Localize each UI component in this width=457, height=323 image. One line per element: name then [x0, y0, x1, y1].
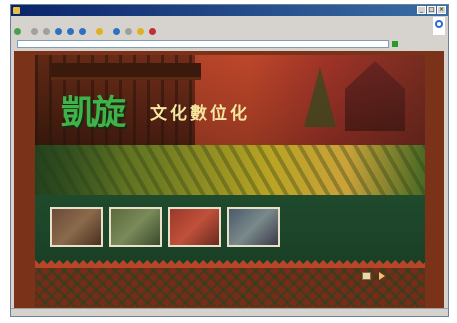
- minimize-icon[interactable]: _: [417, 6, 426, 14]
- address-bar: [11, 38, 448, 49]
- stop-icon[interactable]: [43, 28, 50, 35]
- media-icon[interactable]: [113, 28, 120, 35]
- star-icon[interactable]: [96, 28, 103, 35]
- brand-logo: 凱旋: [61, 93, 126, 133]
- go-arrow-icon: [392, 40, 398, 47]
- menu-bar: [11, 16, 448, 25]
- enter-button[interactable]: [362, 272, 385, 280]
- landscape-band: [35, 145, 425, 195]
- maximize-icon[interactable]: □: [427, 6, 436, 14]
- title-bar[interactable]: _ □ ×: [11, 5, 448, 16]
- tower-silhouette: [345, 61, 405, 131]
- refresh-icon[interactable]: [55, 28, 62, 35]
- photo-thumbnail[interactable]: [168, 207, 221, 247]
- photo-thumbnail[interactable]: [227, 207, 280, 247]
- photo-strip: [35, 195, 425, 265]
- band-fade: [35, 145, 125, 195]
- page-icon: [362, 272, 371, 280]
- window-controls: _ □ ×: [417, 6, 446, 14]
- browser-window: _ □ × 凱旋 文化數位化: [10, 4, 449, 317]
- history-icon[interactable]: [125, 28, 132, 35]
- tree-silhouette: [304, 67, 336, 127]
- site-canvas: 凱旋 文化數位化: [35, 55, 425, 307]
- mail-icon[interactable]: [137, 28, 144, 35]
- go-button[interactable]: [392, 40, 399, 47]
- header-banner: 凱旋 文化數位化: [35, 55, 425, 145]
- print-icon[interactable]: [149, 28, 156, 35]
- ie-logo-icon: [433, 17, 445, 35]
- page-title: 文化數位化: [150, 104, 250, 124]
- toolbar: [11, 26, 432, 37]
- close-icon[interactable]: ×: [437, 6, 446, 14]
- photo-thumbnail[interactable]: [50, 207, 103, 247]
- ie-page-icon: [13, 7, 20, 14]
- photo-thumbnails: [50, 207, 280, 247]
- search-icon[interactable]: [79, 28, 86, 35]
- forward-arrow-icon[interactable]: [31, 28, 38, 35]
- back-arrow-icon[interactable]: [14, 28, 21, 35]
- address-input[interactable]: [17, 39, 389, 48]
- gate-beam: [51, 63, 201, 80]
- status-bar: [11, 308, 448, 316]
- photo-thumbnail[interactable]: [109, 207, 162, 247]
- page-content: 凱旋 文化數位化: [14, 51, 444, 309]
- zigzag-border: [35, 260, 425, 268]
- home-icon[interactable]: [67, 28, 74, 35]
- enter-arrow-icon: [379, 272, 385, 280]
